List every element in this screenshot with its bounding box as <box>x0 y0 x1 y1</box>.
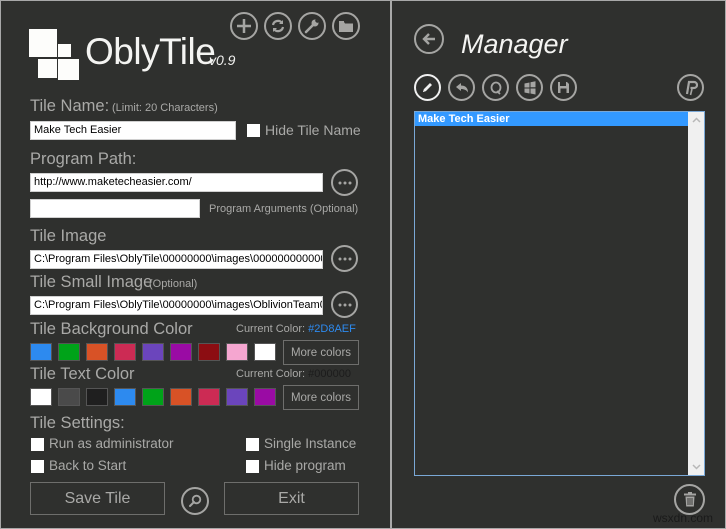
text-color-swatch[interactable] <box>30 388 52 406</box>
tile-name-input[interactable]: Make Tech Easier <box>30 121 236 140</box>
single-instance-checkbox[interactable] <box>246 438 259 451</box>
text-current-color-label: Current Color: <box>236 368 306 380</box>
bg-current-color-label: Current Color: <box>236 323 306 335</box>
app-window: OblyTile v0.9 Tile Name: (Limit: 20 Char… <box>1 1 725 528</box>
refresh-icon <box>271 19 285 33</box>
text-color-swatch[interactable] <box>226 388 248 406</box>
text-color-swatch[interactable] <box>254 388 276 406</box>
tile-name-label: Tile Name: <box>30 97 110 115</box>
bg-color-swatch[interactable] <box>254 343 276 361</box>
tile-small-image-label: Tile Small Image <box>30 273 153 291</box>
program-arguments-input[interactable] <box>30 199 200 218</box>
wrench-icon <box>304 19 319 34</box>
ellipsis-icon <box>338 181 351 184</box>
ellipsis-icon <box>338 303 351 306</box>
tile-name-hint: (Limit: 20 Characters) <box>112 102 218 114</box>
browse-small-image-button[interactable] <box>331 291 358 318</box>
windows-icon <box>524 80 535 94</box>
save-manager-button[interactable] <box>550 74 577 101</box>
bg-current-color: Current Color: #2D8AEF <box>236 323 356 335</box>
manager-title: Manager <box>461 29 568 59</box>
text-current-color: Current Color: #000000 <box>236 368 351 380</box>
program-path-input[interactable]: http://www.maketecheasier.com/ <box>30 173 323 192</box>
single-instance-label: Single Instance <box>264 436 357 451</box>
tile-settings-label: Tile Settings: <box>30 414 125 432</box>
tile-small-image-hint: (Optional) <box>149 278 198 290</box>
text-color-swatch[interactable] <box>198 388 220 406</box>
exit-button[interactable]: Exit <box>224 482 359 515</box>
windows-button[interactable] <box>516 74 543 101</box>
save-tile-button[interactable]: Save Tile <box>30 482 165 515</box>
scroll-up-button[interactable] <box>688 112 704 128</box>
q-icon <box>490 81 501 95</box>
hide-tile-name-checkbox[interactable] <box>247 124 260 137</box>
refresh-button[interactable] <box>264 12 292 40</box>
bg-color-swatch[interactable] <box>170 343 192 361</box>
trash-icon <box>683 492 696 507</box>
run-as-admin-checkbox[interactable] <box>31 438 44 451</box>
panel-divider <box>390 1 392 528</box>
program-path-label: Program Path: <box>30 150 137 168</box>
paypal-icon <box>685 80 698 95</box>
ellipsis-icon <box>338 257 351 260</box>
watermark: wsxdn.com <box>653 511 714 525</box>
text-current-color-value: #000000 <box>308 368 351 380</box>
paypal-donate-button[interactable] <box>677 74 704 101</box>
run-as-admin-label: Run as administrator <box>49 436 174 451</box>
save-icon <box>558 82 569 93</box>
bg-color-swatch[interactable] <box>142 343 164 361</box>
pencil-icon <box>423 83 432 92</box>
hide-program-checkbox[interactable] <box>246 460 259 473</box>
chevron-up-icon <box>691 117 701 123</box>
back-arrow-icon <box>422 33 435 45</box>
list-item[interactable]: Make Tech Easier <box>415 112 689 126</box>
app-version: v0.9 <box>209 52 236 68</box>
list-scrollbar[interactable] <box>688 112 704 475</box>
chevron-down-icon <box>691 464 701 470</box>
edit-tile-button[interactable] <box>414 74 441 101</box>
bg-color-label: Tile Background Color <box>30 320 193 338</box>
text-color-swatch[interactable] <box>114 388 136 406</box>
bg-color-swatch[interactable] <box>114 343 136 361</box>
bg-color-swatch[interactable] <box>58 343 80 361</box>
settings-button[interactable] <box>298 12 326 40</box>
new-tile-button[interactable] <box>230 12 258 40</box>
open-folder-button[interactable] <box>332 12 360 40</box>
magnifier-icon <box>189 494 202 507</box>
hide-tile-name-label: Hide Tile Name <box>265 122 361 138</box>
bg-color-swatch[interactable] <box>198 343 220 361</box>
bg-current-color-value: #2D8AEF <box>308 323 356 335</box>
bg-color-swatch[interactable] <box>226 343 248 361</box>
tile-image-input[interactable]: C:\Program Files\OblyTile\00000000\image… <box>30 250 323 269</box>
browse-program-button[interactable] <box>331 169 358 196</box>
back-to-start-checkbox[interactable] <box>31 460 44 473</box>
text-color-swatch[interactable] <box>86 388 108 406</box>
browse-tile-image-button[interactable] <box>331 245 358 272</box>
q-button[interactable] <box>482 74 509 101</box>
bg-color-swatch[interactable] <box>86 343 108 361</box>
undo-icon <box>455 82 468 92</box>
hide-program-label: Hide program <box>264 458 346 473</box>
text-color-swatch[interactable] <box>58 388 80 406</box>
app-title: OblyTile <box>85 31 216 72</box>
bg-more-colors-button[interactable]: More colors <box>283 340 359 365</box>
plus-icon <box>237 19 251 33</box>
tile-list[interactable]: Make Tech Easier <box>414 111 705 476</box>
text-color-swatch[interactable] <box>142 388 164 406</box>
text-color-label: Tile Text Color <box>30 365 135 383</box>
program-arguments-label: Program Arguments (Optional) <box>209 203 359 215</box>
text-color-swatch[interactable] <box>170 388 192 406</box>
tile-small-image-input[interactable]: C:\Program Files\OblyTile\00000000\image… <box>30 296 323 315</box>
preview-button[interactable] <box>181 487 209 515</box>
scroll-down-button[interactable] <box>688 459 704 475</box>
back-to-start-label: Back to Start <box>49 458 127 473</box>
folder-icon <box>339 21 353 32</box>
text-more-colors-button[interactable]: More colors <box>283 385 359 410</box>
tile-image-label: Tile Image <box>30 227 107 245</box>
undo-button[interactable] <box>448 74 475 101</box>
bg-color-swatch[interactable] <box>30 343 52 361</box>
back-button[interactable] <box>414 24 444 54</box>
